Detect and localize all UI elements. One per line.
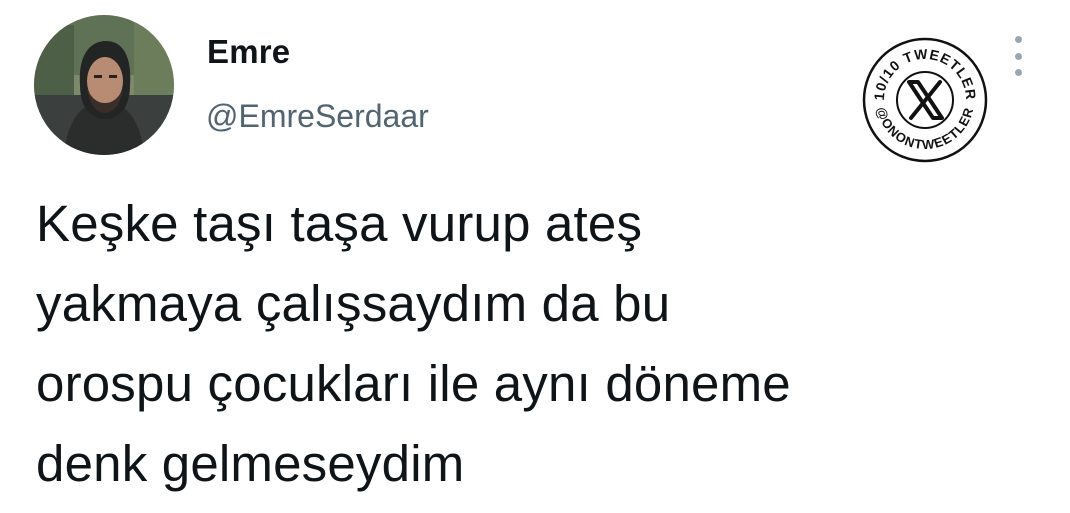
more-vertical-icon[interactable] <box>1004 36 1032 76</box>
tweet-line: denk gelmeseydim <box>36 435 465 492</box>
tweet-line: orospu çocukları ile aynı döneme <box>36 355 791 412</box>
display-name[interactable]: Emre <box>207 33 290 71</box>
tweet-text: Keşke taşı taşa vurup ateş yakmaya çalış… <box>36 184 1036 504</box>
avatar[interactable] <box>34 15 174 155</box>
tweet-line: Keşke taşı taşa vurup ateş <box>36 195 643 252</box>
watermark-badge: 10/10 TWEETLER @ONONTWEETLER <box>862 37 988 163</box>
user-handle[interactable]: @EmreSerdaar <box>206 98 429 135</box>
tweet-line: yakmaya çalışsaydım da bu <box>36 275 671 332</box>
avatar-image <box>34 15 174 155</box>
